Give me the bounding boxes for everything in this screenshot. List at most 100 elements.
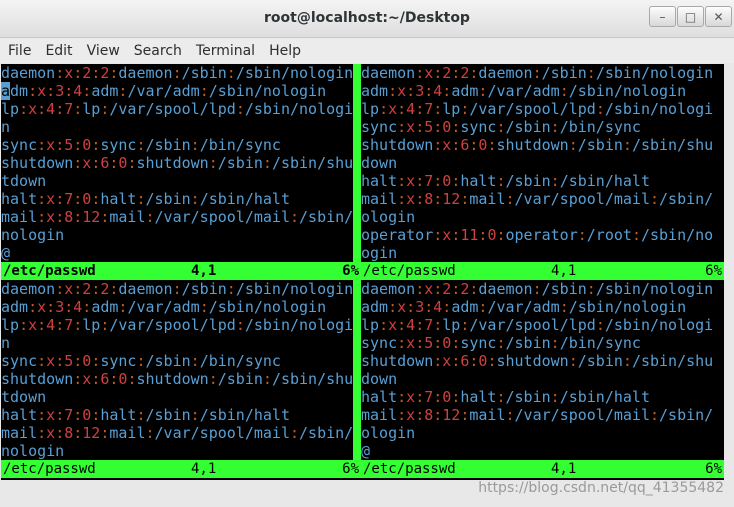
vim-pane-top-left[interactable]: daemon:x:2:2:daemon:/sbin:/sbin/nologin a… (1, 64, 353, 262)
terminal-text: lp (361, 316, 380, 334)
terminal-text: : (451, 172, 461, 190)
terminal-text: /sbin/nologin (208, 298, 327, 316)
terminal-line: daemon:x:2:2:daemon:/sbin:/sbin/nologin (1, 64, 353, 82)
terminal-text: halt (1, 190, 38, 208)
terminal-text: nologin (1, 226, 65, 244)
terminal-line: halt:x:7:0:halt:/sbin:/sbin/halt (1, 406, 353, 424)
terminal-text: : (19, 316, 29, 334)
terminal-text: : (568, 136, 578, 154)
menu-file[interactable]: File (1, 38, 38, 63)
terminal-line: adm:x:3:4:adm:/var/adm:/sbin/nologin (1, 82, 353, 100)
terminal-text: 4 (406, 100, 416, 118)
terminal-text: @ (1, 244, 11, 262)
terminal-text: : (415, 118, 425, 136)
terminal-text: : (433, 136, 443, 154)
terminal-text: /sbin (145, 406, 191, 424)
terminal-text: daemon (118, 280, 173, 298)
terminal-text: /var/spool/lpd (469, 316, 596, 334)
vim-pane-bottom-right[interactable]: daemon:x:2:2:daemon:/sbin:/sbin/nologin a… (361, 280, 713, 460)
terminal-text: : (28, 298, 38, 316)
terminal-line: halt:x:7:0:halt:/sbin:/sbin/halt (361, 388, 713, 406)
terminal-text: : (73, 190, 83, 208)
terminal-text: /sbin/nologi (244, 100, 353, 118)
menu-edit[interactable]: Edit (38, 38, 79, 63)
terminal-text: /root (586, 226, 632, 244)
terminal-line: nologin (1, 442, 353, 460)
terminal-text: x (46, 424, 56, 442)
vim-pane-top-right[interactable]: daemon:x:2:2:daemon:/sbin:/sbin/nologin a… (361, 64, 713, 262)
terminal-text: /sbin (217, 154, 263, 172)
terminal-text: mail (469, 406, 506, 424)
terminal-text: : (82, 298, 92, 316)
terminal-text: 4 (433, 82, 443, 100)
terminal-text: : (397, 316, 407, 334)
terminal-text: : (91, 154, 101, 172)
terminal-line: lp:x:4:7:lp:/var/spool/lpd:/sbin/nologin (361, 316, 713, 334)
terminal-text: 7 (424, 388, 434, 406)
menu-search[interactable]: Search (127, 38, 189, 63)
terminal-text: : (433, 280, 443, 298)
terminal-text: : (172, 280, 182, 298)
menu-terminal[interactable]: Terminal (189, 38, 262, 63)
menu-view[interactable]: View (80, 38, 127, 63)
terminal-text: 12 (82, 424, 101, 442)
terminal-text: 11 (460, 226, 479, 244)
terminal-text: /sbin/nologin (604, 316, 713, 334)
terminal-text: : (73, 424, 83, 442)
terminal-line: ogin (361, 244, 713, 262)
terminal-text: : (442, 298, 452, 316)
terminal-text: : (433, 316, 443, 334)
terminal-text: daemon (478, 64, 533, 82)
terminal-text: /sbin/halt (199, 406, 290, 424)
terminal-text: 12 (442, 190, 461, 208)
window-border (724, 64, 734, 507)
terminal-text: 4 (433, 298, 443, 316)
terminal-text: /var/spool/lpd (469, 100, 596, 118)
terminal-text: lp (82, 100, 101, 118)
statusline-position: 4,1 (551, 461, 577, 477)
terminal-text: : (397, 118, 407, 136)
terminal-text: /sbin (505, 388, 551, 406)
terminal-text: adm (361, 82, 389, 100)
vertical-split-separator[interactable] (353, 64, 361, 262)
terminal-line: nologin (1, 226, 353, 244)
statusline-bottom-right: /etc/passwd 4,1 6% (361, 460, 724, 478)
terminal-text: /sbin/shu (271, 370, 353, 388)
terminal-text: 2 (442, 64, 452, 82)
terminal-text: : (91, 280, 101, 298)
terminal-text: : (37, 136, 47, 154)
terminal-text: : (226, 64, 236, 82)
terminal-text: : (559, 82, 569, 100)
minimize-icon[interactable]: – (649, 6, 676, 27)
terminal-text: /var/spool/mail (514, 406, 650, 424)
terminal-text: 4 (46, 100, 56, 118)
close-icon[interactable]: ✕ (705, 6, 732, 27)
terminal-text: /sbin (577, 352, 623, 370)
terminal-text: : (433, 190, 443, 208)
terminal-text: 0 (82, 352, 92, 370)
terminal-text: 8 (424, 406, 434, 424)
terminal-text: 2 (442, 280, 452, 298)
terminal-line: mail:x:8:12:mail:/var/spool/mail:/sbin/n (361, 406, 713, 424)
terminal-text: sync (361, 118, 398, 136)
terminal-text: 5 (64, 352, 74, 370)
terminal-text: mail (361, 190, 398, 208)
terminal-text: 2 (82, 64, 92, 82)
terminal-text: /bin/sync (559, 118, 641, 136)
terminal-area[interactable]: daemon:x:2:2:daemon:/sbin:/sbin/nologin a… (1, 64, 724, 480)
terminal-text: : (397, 190, 407, 208)
terminal-text: : (199, 298, 209, 316)
terminal-line: daemon:x:2:2:daemon:/sbin:/sbin/nologin (361, 64, 713, 82)
terminal-line: shutdown:x:6:0:shutdown:/sbin:/sbin/shu (1, 154, 353, 172)
terminal-text: sync (100, 352, 137, 370)
maximize-icon[interactable]: □ (677, 6, 704, 27)
terminal-text: x (64, 280, 74, 298)
terminal-text: adm (451, 82, 479, 100)
vertical-split-separator[interactable] (353, 280, 361, 460)
terminal-text: lp (442, 100, 461, 118)
terminal-text: : (37, 406, 47, 424)
menu-help[interactable]: Help (262, 38, 308, 63)
terminal-text: : (496, 334, 506, 352)
window-titlebar[interactable]: root@localhost:~/Desktop – □ ✕ (0, 0, 734, 38)
vim-pane-bottom-left[interactable]: daemon:x:2:2:daemon:/sbin:/sbin/nologin a… (1, 280, 353, 460)
